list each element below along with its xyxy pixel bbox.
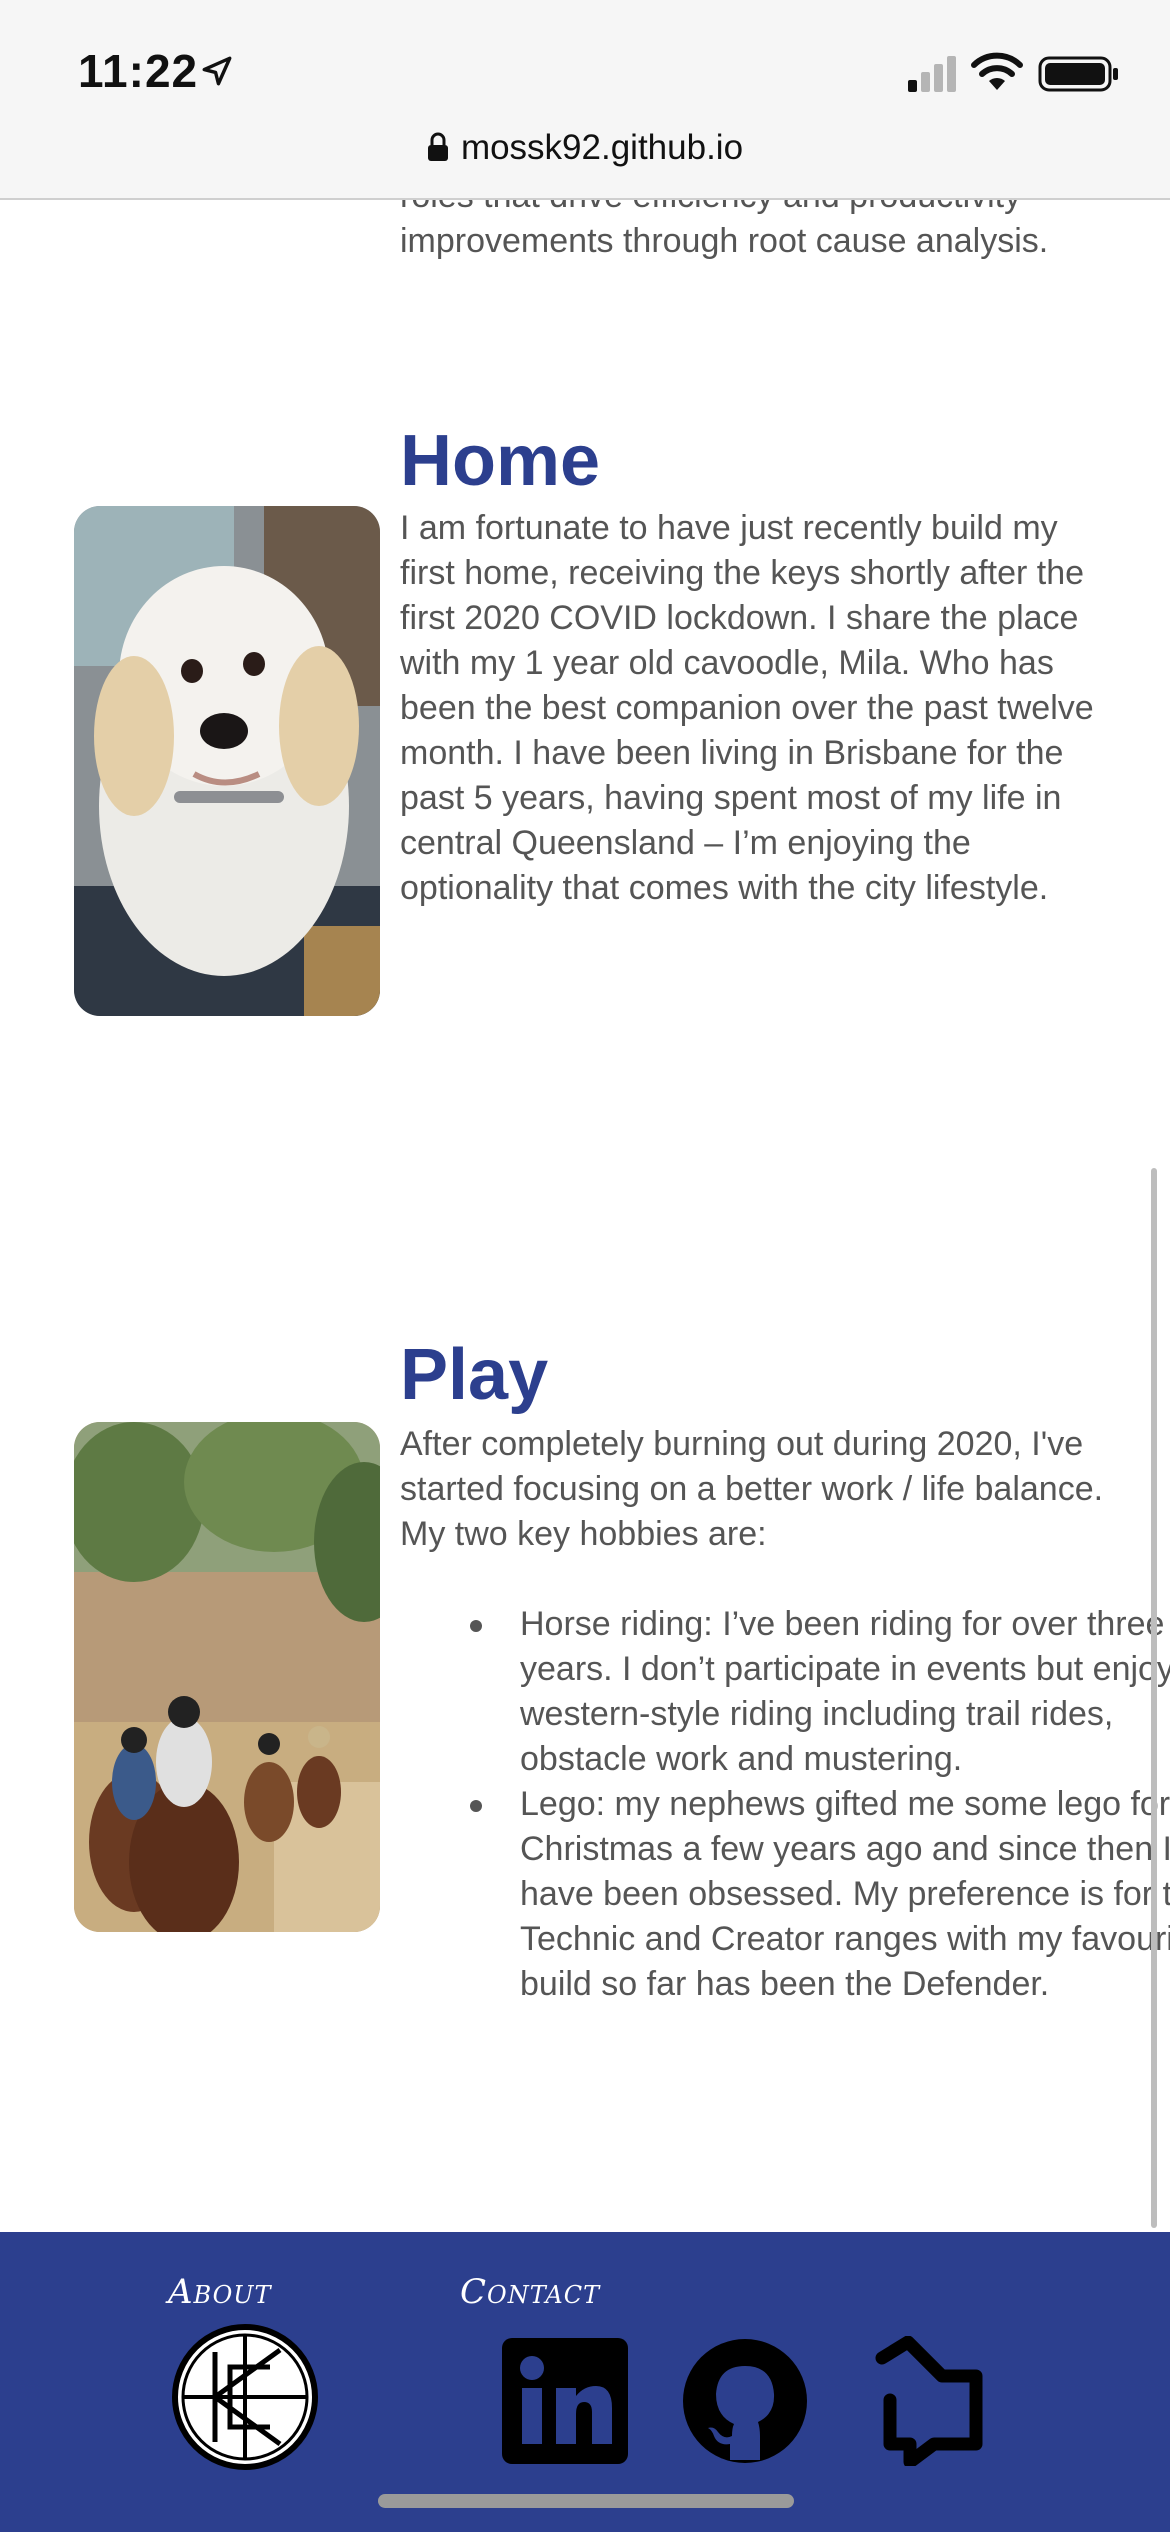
play-intro: After completely burning out during 2020… bbox=[400, 1425, 1104, 1553]
wifi-icon bbox=[971, 52, 1023, 90]
hobby-lego: Lego: my nephews gifted me some lego for… bbox=[520, 1785, 1170, 2003]
list-item: Horse riding: I’ve been riding for over … bbox=[470, 1602, 1170, 1782]
hobby-horse-riding: Horse riding: I’ve been riding for over … bbox=[520, 1605, 1170, 1778]
url-bar[interactable]: mossk92.github.io bbox=[0, 128, 1170, 168]
linkedin-icon[interactable] bbox=[500, 2336, 630, 2466]
blog-edit-icon[interactable] bbox=[864, 2336, 994, 2466]
nav-contact-link[interactable]: Contact bbox=[460, 2272, 600, 2312]
bullet-icon bbox=[470, 1620, 482, 1632]
cellular-signal-icon bbox=[908, 56, 956, 92]
location-arrow-icon bbox=[202, 56, 232, 86]
play-horse-riding-photo bbox=[74, 1422, 380, 1932]
horse-riding-image bbox=[74, 1422, 380, 1932]
status-time: 11:22 bbox=[78, 45, 199, 97]
hobbies-list: Horse riding: I’ve been riding for over … bbox=[400, 1602, 1170, 2007]
github-icon[interactable] bbox=[680, 2336, 810, 2466]
home-heading: Home bbox=[400, 421, 601, 501]
kc-logo-icon[interactable] bbox=[170, 2322, 320, 2472]
play-heading: Play bbox=[400, 1335, 549, 1415]
dog-photo-image bbox=[74, 506, 380, 1016]
browser-top-bar: 11:22 mossk92.github.io bbox=[0, 0, 1170, 200]
nav-about-link[interactable]: About bbox=[168, 2272, 272, 2312]
page-scrollbar[interactable] bbox=[1151, 1168, 1157, 2228]
list-item: Lego: my nephews gifted me some lego for… bbox=[470, 1782, 1170, 2007]
bullet-icon bbox=[470, 1800, 482, 1812]
battery-icon bbox=[1038, 56, 1118, 92]
site-footer: About Contact bbox=[0, 2232, 1170, 2532]
lock-icon bbox=[427, 132, 448, 161]
home-indicator[interactable] bbox=[378, 2494, 794, 2508]
home-dog-photo bbox=[74, 506, 380, 1016]
home-description: I am fortunate to have just recently bui… bbox=[400, 509, 1094, 907]
url-text: mossk92.github.io bbox=[460, 128, 744, 167]
